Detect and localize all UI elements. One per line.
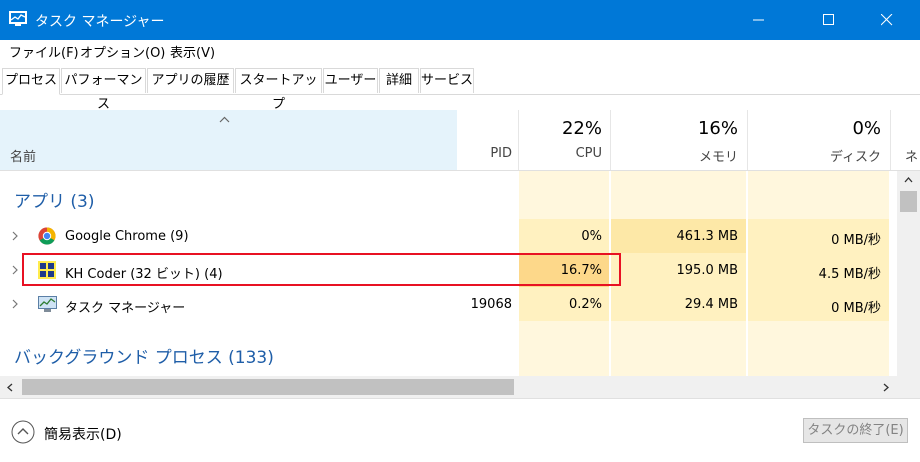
column-cpu[interactable]: CPU <box>520 146 602 161</box>
table-row[interactable]: Google Chrome (9) 0% 461.3 MB 0 MB/秒 <box>0 219 890 253</box>
menu-bar: ファイル(F) オプション(O) 表示(V) <box>0 40 920 62</box>
menu-file[interactable]: ファイル(F) <box>9 42 79 61</box>
window-title: タスク マネージャー <box>35 14 165 30</box>
horizontal-scroll-thumb[interactable] <box>22 379 514 395</box>
footer: 簡易表示(D) タスクの終了(E) <box>0 398 920 462</box>
title-bar[interactable]: タスク マネージャー <box>0 0 920 40</box>
process-name: Google Chrome (9) <box>65 229 189 244</box>
memory-value: 461.3 MB <box>676 229 738 244</box>
minimize-button[interactable] <box>736 0 782 40</box>
column-name-label: 名前 <box>10 150 37 165</box>
task-manager-icon <box>9 11 27 27</box>
minimize-icon <box>753 19 764 21</box>
cpu-value: 0% <box>581 229 602 244</box>
disk-value: 4.5 MB/秒 <box>818 267 881 282</box>
fewer-details-link[interactable]: 簡易表示(D) <box>44 424 122 444</box>
memory-value: 195.0 MB <box>676 263 738 278</box>
column-memory[interactable]: メモリ <box>612 146 738 165</box>
scroll-left-icon[interactable] <box>7 383 13 392</box>
tab-processes[interactable]: プロセス <box>2 68 60 95</box>
maximize-icon <box>823 14 834 25</box>
tab-app-history[interactable]: アプリの履歴 <box>147 68 234 93</box>
tab-services[interactable]: サービス <box>420 68 474 93</box>
scroll-up-icon[interactable] <box>904 177 913 183</box>
collapse-circle-icon[interactable] <box>11 420 35 444</box>
memory-value: 29.4 MB <box>684 297 738 312</box>
chevron-right-icon[interactable] <box>10 265 20 275</box>
column-pid[interactable]: PID <box>460 146 512 161</box>
disk-total-percent: 0% <box>852 118 881 139</box>
pid-value: 19068 <box>470 297 512 312</box>
vertical-scroll-thumb[interactable] <box>900 191 917 212</box>
menu-view[interactable]: 表示(V) <box>170 42 215 61</box>
memory-total-percent: 16% <box>697 118 738 139</box>
cpu-total-percent: 22% <box>561 118 602 139</box>
chevron-right-icon[interactable] <box>10 299 20 309</box>
tab-details[interactable]: 詳細 <box>379 68 419 93</box>
tab-performance[interactable]: パフォーマンス <box>61 68 146 112</box>
cpu-value: 0.2% <box>568 297 602 312</box>
sort-ascending-icon <box>219 116 230 123</box>
close-button[interactable] <box>864 0 910 40</box>
column-disk[interactable]: ディスク <box>749 146 881 165</box>
close-icon <box>881 14 893 26</box>
highlight-box <box>22 253 621 286</box>
vertical-scrollbar[interactable] <box>897 171 920 376</box>
disk-value: 0 MB/秒 <box>831 301 881 316</box>
end-task-button[interactable]: タスクの終了(E) <box>803 418 908 443</box>
chrome-icon <box>38 227 56 245</box>
column-header: 名前 PID 22% CPU 16% メモリ 0% ディスク ネ <box>0 110 920 171</box>
chevron-right-icon[interactable] <box>10 231 20 241</box>
column-network[interactable]: ネ <box>905 146 918 165</box>
process-name: タスク マネージャー <box>65 301 186 316</box>
column-header-name[interactable]: 名前 <box>0 110 457 170</box>
table-row[interactable]: KH Coder (32 ビット) (4) 16.7% 195.0 MB 4.5… <box>0 253 890 287</box>
tab-strip: プロセス パフォーマンス アプリの履歴 スタートアップ ユーザー 詳細 サービス <box>0 68 920 112</box>
tab-startup[interactable]: スタートアップ <box>235 68 322 112</box>
group-background-processes[interactable]: バックグラウンド プロセス (133) <box>14 343 274 368</box>
disk-value: 0 MB/秒 <box>831 233 881 248</box>
group-apps[interactable]: アプリ (3) <box>14 187 94 212</box>
task-manager-icon <box>38 296 57 312</box>
maximize-button[interactable] <box>806 0 852 40</box>
scroll-right-icon[interactable] <box>883 383 889 392</box>
menu-options[interactable]: オプション(O) <box>80 42 165 61</box>
tab-users[interactable]: ユーザー <box>323 68 378 93</box>
table-row[interactable]: タスク マネージャー 19068 0.2% 29.4 MB 0 MB/秒 <box>0 287 890 321</box>
horizontal-scrollbar[interactable] <box>0 376 920 398</box>
